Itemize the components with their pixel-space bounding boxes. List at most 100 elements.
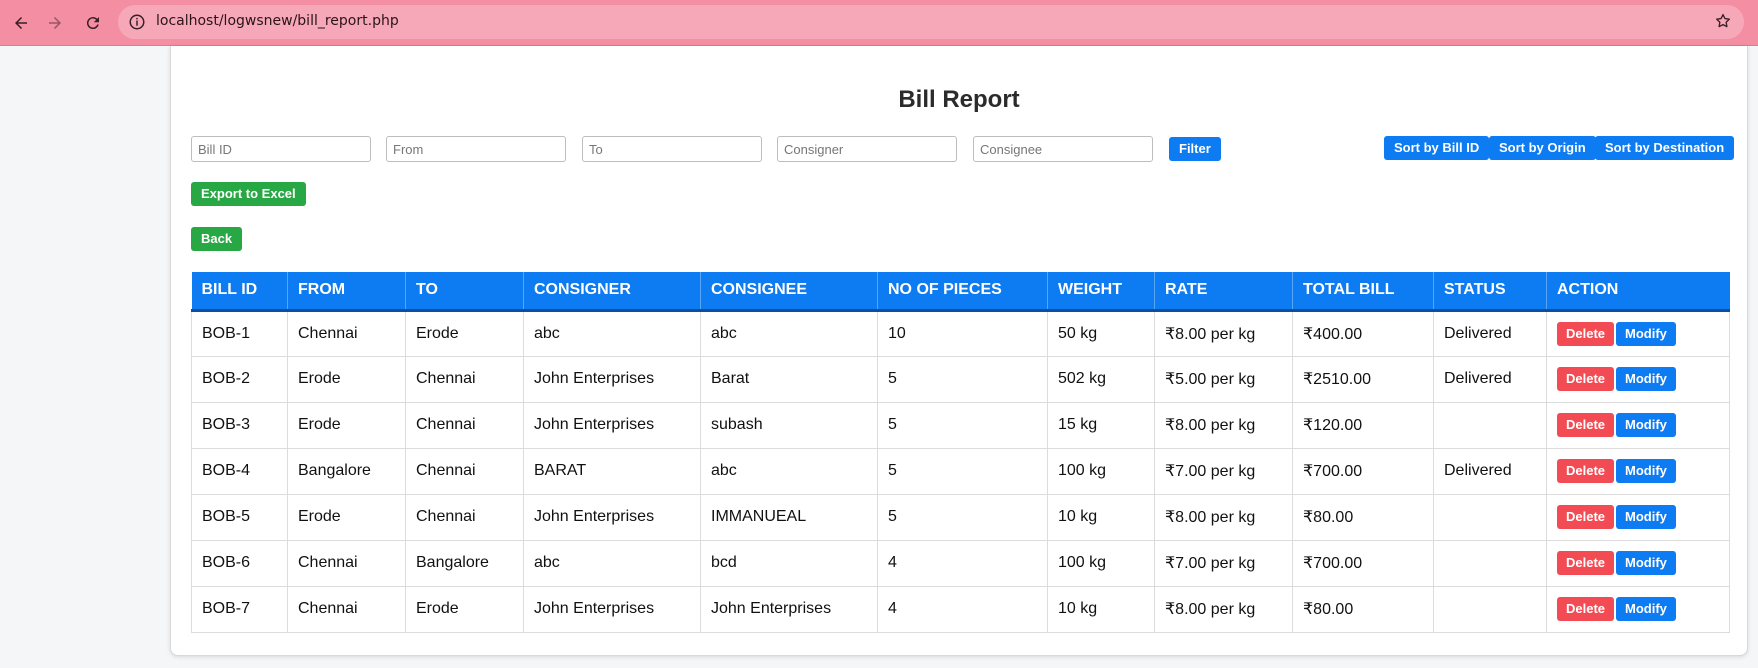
- table-cell: Bangalore: [405, 539, 524, 587]
- modify-button[interactable]: Modify: [1616, 505, 1676, 529]
- bill-id-input[interactable]: [191, 136, 371, 162]
- table-cell: 10: [877, 309, 1048, 357]
- table-cell: John Enterprises: [700, 585, 878, 633]
- table-row: BOB-7 Chennai Erode John Enterprises John En…: [191, 585, 1730, 633]
- delete-button[interactable]: Delete: [1557, 505, 1615, 529]
- table-cell: ₹7.00 per kg: [1154, 539, 1293, 587]
- to-input[interactable]: [582, 136, 762, 162]
- table-cell: ₹8.00 per kg: [1154, 401, 1293, 449]
- modify-button[interactable]: Modify: [1616, 551, 1676, 575]
- filter-button[interactable]: Filter: [1169, 137, 1221, 161]
- table-cell: Chennai: [405, 401, 524, 449]
- table-cell: ₹700.00: [1292, 539, 1434, 587]
- column-header: CONSIGNEE: [700, 272, 878, 312]
- table-cell: ₹80.00: [1292, 493, 1434, 541]
- column-header: RATE: [1154, 272, 1293, 312]
- table-cell: 5: [877, 447, 1048, 495]
- sort-by-bill-id-button[interactable]: Sort by Bill ID: [1384, 136, 1490, 160]
- report-card: Bill Report Filter Sort by Bill ID Sort …: [170, 46, 1748, 656]
- table-cell: Barat: [700, 355, 878, 403]
- action-cell: Delete Modify: [1546, 355, 1730, 403]
- action-cell: Delete Modify: [1546, 585, 1730, 633]
- delete-button[interactable]: Delete: [1557, 597, 1615, 621]
- delete-button[interactable]: Delete: [1557, 551, 1615, 575]
- table-cell: [1433, 539, 1547, 587]
- from-input[interactable]: [386, 136, 566, 162]
- delete-button[interactable]: Delete: [1557, 459, 1615, 483]
- table-cell: Erode: [405, 585, 524, 633]
- table-cell: John Enterprises: [523, 401, 701, 449]
- delete-button[interactable]: Delete: [1557, 321, 1615, 346]
- table-cell: Erode: [287, 355, 406, 403]
- delete-button[interactable]: Delete: [1557, 413, 1615, 437]
- modify-button[interactable]: Modify: [1616, 413, 1676, 437]
- table-cell: BOB-4: [191, 447, 288, 495]
- table-cell: ₹5.00 per kg: [1154, 355, 1293, 403]
- forward-arrow-icon[interactable]: [42, 10, 68, 36]
- table-cell: BOB-3: [191, 401, 288, 449]
- table-cell: Delivered: [1433, 355, 1547, 403]
- table-cell: Chennai: [287, 585, 406, 633]
- column-header: TO: [405, 272, 524, 312]
- table-cell: John Enterprises: [523, 493, 701, 541]
- action-cell: Delete Modify: [1546, 539, 1730, 587]
- table-cell: 5: [877, 493, 1048, 541]
- table-cell: John Enterprises: [523, 585, 701, 633]
- table-cell: Chennai: [405, 493, 524, 541]
- table-cell: BOB-6: [191, 539, 288, 587]
- table-cell: BOB-5: [191, 493, 288, 541]
- table-cell: ₹700.00: [1292, 447, 1434, 495]
- modify-button[interactable]: Modify: [1616, 321, 1676, 346]
- bookmark-star-icon[interactable]: [1714, 12, 1732, 30]
- table-cell: abc: [523, 539, 701, 587]
- consignee-input[interactable]: [973, 136, 1153, 162]
- table-cell: 50 kg: [1047, 309, 1155, 357]
- export-excel-button[interactable]: Export to Excel: [191, 182, 306, 206]
- table-cell: 100 kg: [1047, 447, 1155, 495]
- table-cell: Erode: [287, 401, 406, 449]
- page-title: Bill Report: [898, 86, 1020, 113]
- table-cell: ₹8.00 per kg: [1154, 309, 1293, 357]
- browser-toolbar: localhost/logwsnew/bill_report.php: [0, 0, 1758, 46]
- table-cell: ₹8.00 per kg: [1154, 585, 1293, 633]
- consigner-input[interactable]: [777, 136, 957, 162]
- table-cell: 15 kg: [1047, 401, 1155, 449]
- action-cell: Delete Modify: [1546, 493, 1730, 541]
- reload-icon[interactable]: [80, 10, 106, 36]
- delete-button[interactable]: Delete: [1557, 367, 1615, 391]
- address-bar[interactable]: localhost/logwsnew/bill_report.php: [118, 5, 1744, 39]
- table-row: BOB-1 Chennai Erode abc abc 10 50 kg ₹8.00 per …: [191, 309, 1730, 357]
- column-header: STATUS: [1433, 272, 1547, 312]
- table-cell: Chennai: [287, 539, 406, 587]
- back-button[interactable]: Back: [191, 227, 243, 251]
- modify-button[interactable]: Modify: [1616, 367, 1676, 391]
- modify-button[interactable]: Modify: [1616, 597, 1676, 621]
- table-cell: abc: [700, 447, 878, 495]
- url-text[interactable]: localhost/logwsnew/bill_report.php: [156, 13, 399, 29]
- table-cell: 100 kg: [1047, 539, 1155, 587]
- table-cell: 10 kg: [1047, 585, 1155, 633]
- table-row: BOB-2 Erode Chennai John Enterprises Barat 5 5…: [191, 355, 1730, 403]
- table-cell: [1433, 401, 1547, 449]
- table-cell: Delivered: [1433, 309, 1547, 357]
- table-cell: bcd: [700, 539, 878, 587]
- site-info-icon[interactable]: [128, 13, 146, 31]
- sort-by-origin-button[interactable]: Sort by Origin: [1489, 136, 1596, 160]
- table-body: BOB-1 Chennai Erode abc abc 10 50 kg ₹8.00 per …: [191, 309, 1730, 633]
- table-cell: Erode: [287, 493, 406, 541]
- table-cell: [1433, 493, 1547, 541]
- table-cell: Bangalore: [287, 447, 406, 495]
- back-arrow-icon[interactable]: [8, 10, 34, 36]
- table-cell: 5: [877, 355, 1048, 403]
- modify-button[interactable]: Modify: [1616, 459, 1676, 483]
- action-cell: Delete Modify: [1546, 447, 1730, 495]
- column-header: CONSIGNER: [523, 272, 701, 312]
- column-header: BILL ID: [191, 272, 288, 312]
- sort-by-destination-button[interactable]: Sort by Destination: [1595, 136, 1735, 160]
- table-cell: BARAT: [523, 447, 701, 495]
- table-row: BOB-5 Erode Chennai John Enterprises IMMANUE…: [191, 493, 1730, 541]
- table-cell: 10 kg: [1047, 493, 1155, 541]
- table-cell: 5: [877, 401, 1048, 449]
- column-header: FROM: [287, 272, 406, 312]
- table-row: BOB-3 Erode Chennai John Enterprises subash 5…: [191, 401, 1730, 449]
